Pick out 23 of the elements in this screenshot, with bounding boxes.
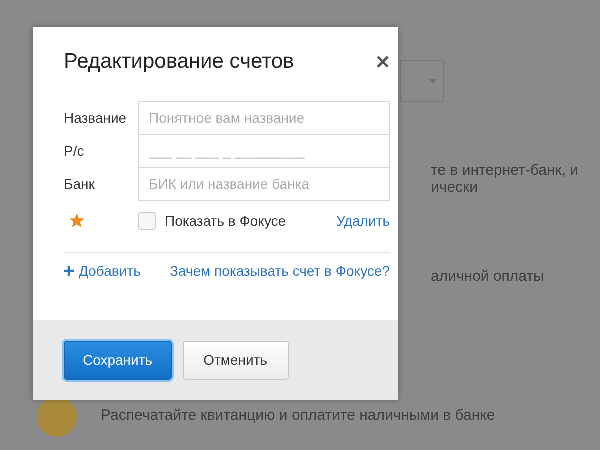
description-text: ически: [431, 179, 479, 196]
dropdown[interactable]: [400, 60, 444, 102]
input-field[interactable]: БИК или название банка: [138, 167, 390, 201]
field-label: Название: [64, 110, 128, 126]
payment-option-text: Распечатайте квитанцию и оплатите наличными в банке: [101, 406, 496, 424]
input-field[interactable]: ___ __ ___ _ _________: [138, 134, 390, 168]
field-label: Банк: [64, 176, 96, 192]
input-field[interactable]: Понятное вам название: [138, 101, 390, 135]
dialog-title: Редактирование счетов: [64, 50, 294, 74]
close-icon[interactable]: [376, 55, 390, 69]
coin-icon: [37, 397, 77, 437]
description-text: аличной оплаты: [431, 268, 546, 285]
description-text: те в интернет-банк, и: [431, 162, 580, 179]
star-icon[interactable]: [70, 214, 84, 228]
field-label: Р/с: [64, 143, 86, 159]
plus-icon: [64, 266, 74, 276]
cancel-button[interactable]: Отменить: [182, 340, 289, 380]
save-button[interactable]: Сохранить: [64, 340, 172, 380]
delete-link[interactable]: Удалить: [336, 213, 390, 229]
add-link[interactable]: Добавить: [64, 263, 141, 279]
help-link[interactable]: Зачем показывать счет в Фокусе?: [170, 263, 390, 279]
show-in-focus-checkbox[interactable]: Показать в Фокусе: [138, 212, 337, 230]
caret-icon: [429, 78, 437, 84]
